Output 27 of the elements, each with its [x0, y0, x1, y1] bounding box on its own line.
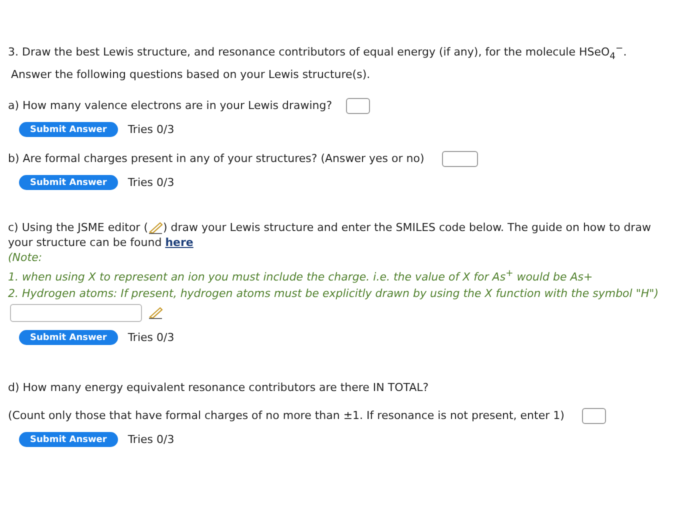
answer-field[interactable] — [346, 98, 370, 114]
submit-button[interactable]: Submit Answer — [19, 122, 118, 137]
tries-counter: Tries 0/3 — [128, 330, 174, 344]
tries-counter: Tries 0/3 — [128, 176, 174, 189]
guide-link[interactable]: here — [165, 236, 194, 249]
question-prompt: ) draw your Lewis structure and enter the SMILES code below. The guide on how to draw — [163, 220, 651, 235]
note-text: 2. Hydrogen atoms: If present, hydrogen atoms must be explicitly drawn by using the X function with the symbol "H") — [8, 286, 660, 302]
question-prompt: c) Using the JSME editor ( — [8, 220, 148, 235]
submit-button[interactable]: Submit Answer — [19, 174, 118, 190]
question-text: 3. Draw the best Lewis structure, and resonance contributors of equal energy (if any), for the molecule HSeO$_{4}$$^{−}$. — [8, 42, 628, 64]
answer-field[interactable] — [442, 150, 478, 167]
question-instruction: Answer the following questions based on your Lewis structure(s). — [10, 66, 372, 83]
pencil-icon[interactable] — [148, 220, 163, 234]
question-prompt: (Count only those that have formal charges of no more than ±1. If resonance is not present, enter 1) — [8, 409, 564, 422]
smiles-field[interactable] — [10, 304, 142, 322]
submit-button[interactable]: Submit Answer — [19, 330, 118, 344]
question-prompt: a) How many valence electrons are in your Lewis drawing? — [8, 99, 332, 112]
pencil-icon[interactable] — [148, 306, 163, 319]
note-heading: (Note: — [8, 250, 44, 266]
question-prompt: d) How many energy equivalent resonance contributors are there IN TOTAL? — [8, 380, 430, 394]
tries-counter: Tries 0/3 — [128, 122, 174, 136]
answer-field[interactable] — [582, 408, 606, 424]
tries-counter: Tries 0/3 — [128, 432, 174, 446]
question-prompt: b) Are formal charges present in any of your structures? (Answer yes or no) — [8, 152, 424, 166]
submit-button[interactable]: Submit Answer — [19, 432, 118, 446]
note-text: 1. when using X to represent an ion you must include the charge. i.e. the value of X for As$^{+}$ would be As+ — [8, 266, 594, 286]
question-prompt: your structure can be found here — [8, 236, 194, 249]
